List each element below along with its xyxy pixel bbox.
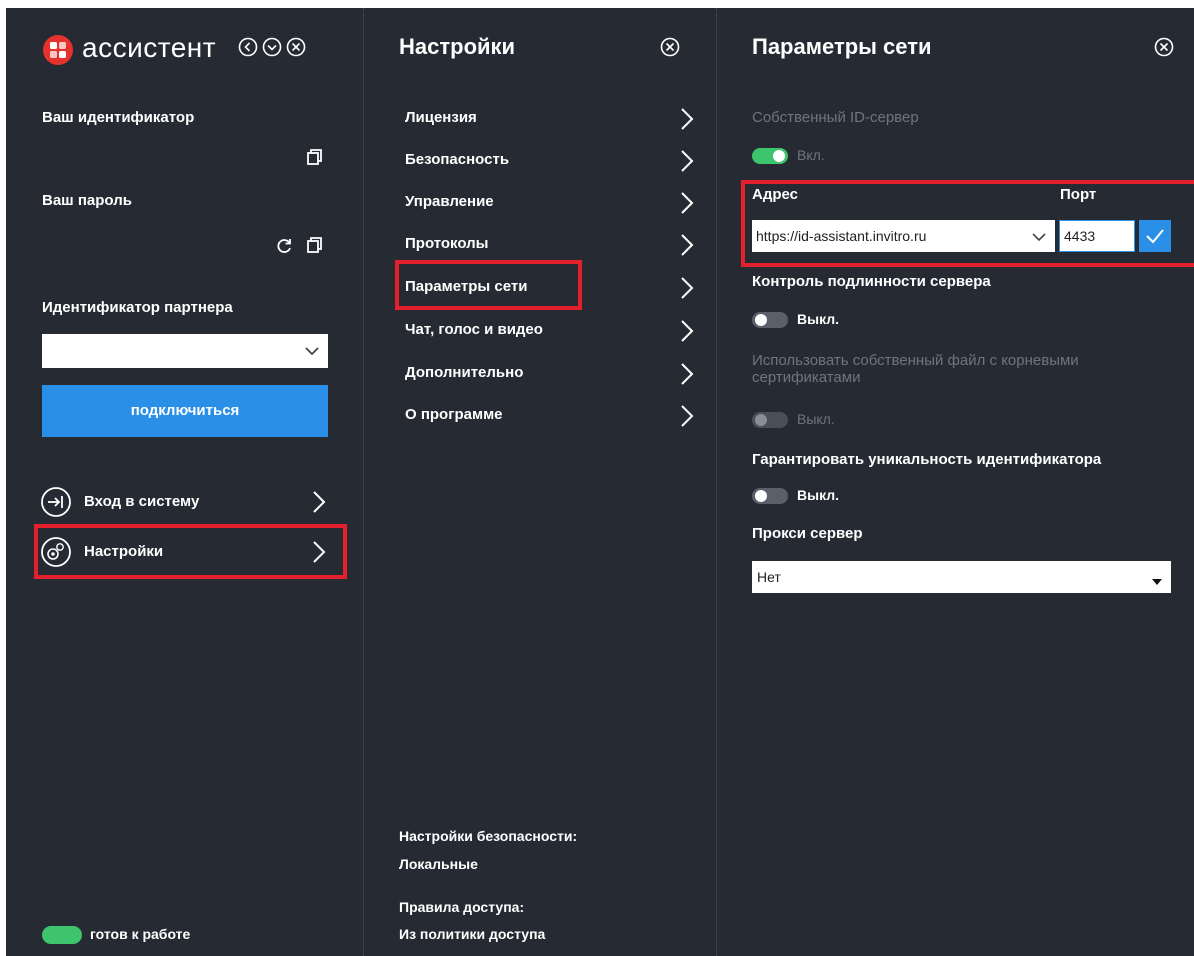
- unique-id-toggle[interactable]: [752, 488, 788, 504]
- chevron-right-icon: [680, 149, 694, 178]
- own-id-server-state: Вкл.: [797, 147, 825, 163]
- nav-login[interactable]: Вход в систему: [40, 486, 328, 520]
- address-value: https://id-assistant.invitro.ru: [756, 228, 927, 244]
- close-settings-icon[interactable]: [660, 37, 680, 57]
- server-auth-label: Контроль подлинности сервера: [752, 273, 991, 290]
- server-auth-state: Выкл.: [797, 311, 840, 327]
- copy-id-icon[interactable]: [306, 148, 324, 166]
- collapse-left-icon[interactable]: [238, 37, 258, 57]
- status-text: готов к работе: [90, 926, 191, 942]
- checkmark-icon: [1144, 226, 1166, 251]
- proxy-select[interactable]: Нет: [752, 561, 1171, 593]
- login-icon: [40, 486, 72, 523]
- menu-item-security[interactable]: Безопасность: [399, 143, 699, 179]
- caret-down-icon[interactable]: [1151, 573, 1163, 591]
- access-rules-label: Правила доступа:: [399, 899, 525, 915]
- refresh-password-icon[interactable]: [274, 236, 294, 256]
- unique-id-state: Выкл.: [797, 487, 840, 503]
- partner-id-combobox[interactable]: [42, 334, 328, 368]
- menu-item-label: Протоколы: [405, 235, 489, 252]
- menu-item-about[interactable]: О программе: [399, 398, 699, 434]
- menu-item-license[interactable]: Лицензия: [399, 101, 699, 137]
- menu-item-management[interactable]: Управление: [399, 185, 699, 221]
- own-id-server-label: Собственный ID-сервер: [752, 109, 919, 126]
- port-value: 4433: [1064, 228, 1096, 244]
- access-rules-value: Из политики доступа: [399, 926, 546, 942]
- address-label: Адрес: [752, 186, 799, 203]
- menu-item-label: О программе: [405, 406, 503, 423]
- chevron-right-icon: [680, 319, 694, 348]
- network-title: Параметры сети: [752, 34, 932, 59]
- chevron-right-icon: [312, 540, 326, 569]
- menu-item-label: Дополнительно: [405, 364, 524, 381]
- network-panel: Параметры сети Собственный ID-сервер Вкл…: [716, 8, 1194, 956]
- nav-settings[interactable]: Настройки: [40, 536, 328, 570]
- menu-item-label: Лицензия: [405, 109, 477, 126]
- close-window-icon[interactable]: [286, 37, 306, 57]
- menu-item-chat-voice-video[interactable]: Чат, голос и видео: [399, 313, 699, 349]
- settings-gear-icon: [40, 536, 72, 573]
- address-combobox[interactable]: https://id-assistant.invitro.ru: [752, 220, 1055, 252]
- port-label: Порт: [1060, 186, 1097, 203]
- settings-panel: Настройки Лицензия Безопасность Управлен…: [363, 8, 716, 956]
- chevron-down-icon[interactable]: [304, 344, 320, 362]
- proxy-label: Прокси сервер: [752, 525, 863, 542]
- connect-button[interactable]: подключиться: [42, 385, 328, 437]
- nav-login-label: Вход в систему: [84, 493, 200, 510]
- chevron-down-icon[interactable]: [1031, 230, 1047, 248]
- own-id-server-toggle[interactable]: [752, 148, 788, 164]
- chevron-right-icon: [680, 276, 694, 305]
- menu-item-label: Чат, голос и видео: [405, 321, 543, 338]
- menu-item-protocols[interactable]: Протоколы: [399, 227, 699, 263]
- security-settings-value: Локальные: [399, 856, 478, 872]
- chevron-right-icon: [680, 233, 694, 262]
- copy-password-icon[interactable]: [306, 236, 324, 254]
- menu-item-label: Параметры сети: [405, 278, 528, 295]
- confirm-port-button[interactable]: [1139, 220, 1171, 252]
- own-cert-toggle[interactable]: [752, 412, 788, 428]
- close-network-icon[interactable]: [1154, 37, 1174, 57]
- menu-item-advanced[interactable]: Дополнительно: [399, 356, 699, 392]
- proxy-value: Нет: [757, 569, 781, 585]
- your-password-label: Ваш пароль: [42, 192, 132, 209]
- chevron-right-icon: [312, 490, 326, 519]
- security-settings-label: Настройки безопасности:: [399, 828, 578, 844]
- menu-item-label: Безопасность: [405, 151, 510, 168]
- partner-id-label: Идентификатор партнера: [42, 299, 233, 316]
- chevron-right-icon: [680, 107, 694, 136]
- assistant-window: ассистент Ваш идентификатор Ваш пароль И…: [6, 8, 1194, 956]
- chevron-right-icon: [680, 404, 694, 433]
- menu-item-network[interactable]: Параметры сети: [399, 270, 699, 306]
- menu-item-label: Управление: [405, 193, 494, 210]
- your-id-label: Ваш идентификатор: [42, 109, 195, 126]
- nav-settings-label: Настройки: [84, 543, 164, 560]
- server-auth-toggle[interactable]: [752, 312, 788, 328]
- own-cert-label: Использовать собственный файл с корневым…: [752, 352, 1079, 386]
- main-panel: ассистент Ваш идентификатор Ваш пароль И…: [6, 8, 362, 956]
- settings-title: Настройки: [399, 34, 516, 59]
- chevron-right-icon: [680, 191, 694, 220]
- port-input[interactable]: 4433: [1059, 220, 1135, 252]
- app-logo-icon: [42, 34, 74, 66]
- chevron-right-icon: [680, 362, 694, 391]
- status-indicator: [42, 926, 82, 944]
- unique-id-label: Гарантировать уникальность идентификатор…: [752, 451, 1102, 468]
- own-cert-state: Выкл.: [797, 411, 835, 427]
- minimize-icon[interactable]: [262, 37, 282, 57]
- app-title: ассистент: [82, 32, 217, 63]
